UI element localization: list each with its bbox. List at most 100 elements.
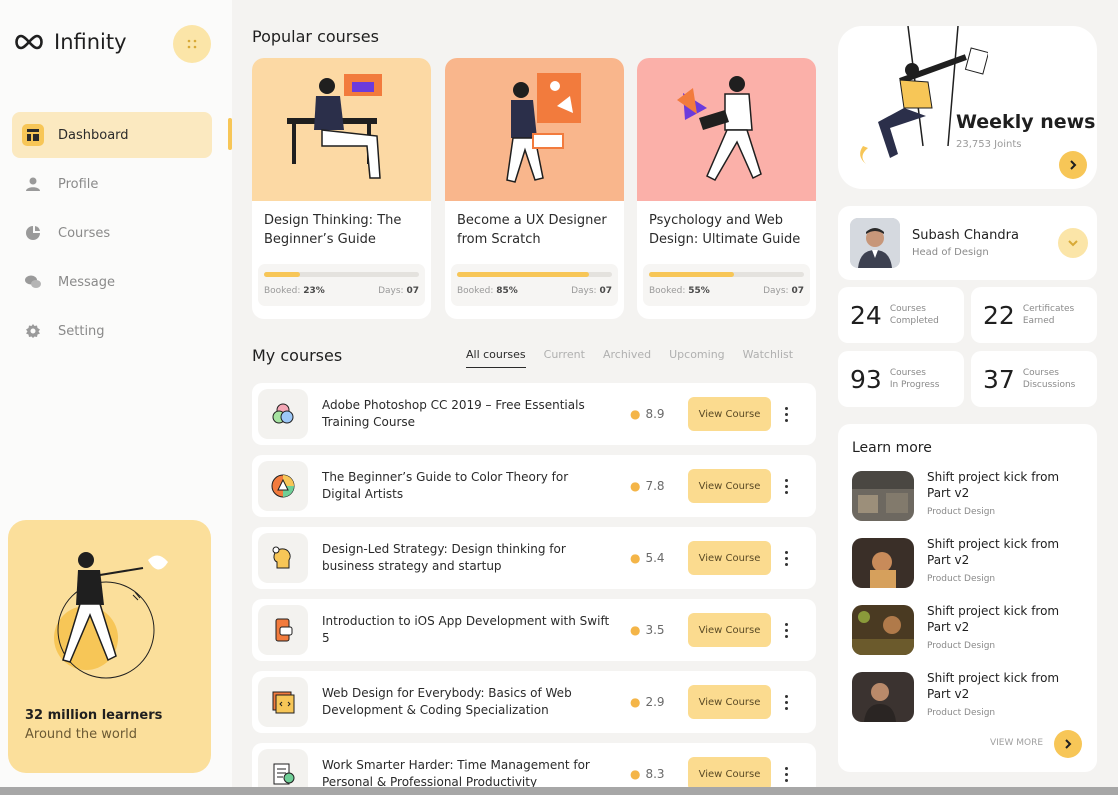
view-more-button[interactable] <box>1054 730 1082 758</box>
view-course-button[interactable]: View Course <box>688 541 771 575</box>
more-options-icon[interactable] <box>785 694 788 710</box>
course-name: Introduction to iOS App Development with… <box>322 614 610 645</box>
code-window-icon <box>258 677 308 727</box>
course-title: Become a UX Designer from Scratch <box>457 213 607 247</box>
sidebar-item-message[interactable]: Message <box>12 259 212 305</box>
learn-item[interactable]: Shift project kick from Part v2 Product … <box>852 469 1087 525</box>
message-icon <box>22 271 44 293</box>
news-next-button[interactable] <box>1059 151 1087 179</box>
learn-item-name: Shift project kick from Part v2 <box>927 537 1060 567</box>
popular-course-card[interactable]: Design Thinking: The Beginner’s Guide Bo… <box>252 58 431 319</box>
learn-item[interactable]: Shift project kick from Part v2 Product … <box>852 670 1087 726</box>
learn-thumbnail <box>852 538 914 588</box>
weekly-news-card[interactable]: Weekly news 23,753 Joints <box>838 26 1097 189</box>
learn-item[interactable]: Shift project kick from Part v2 Product … <box>852 603 1087 659</box>
stat-label: Courses Completed <box>889 304 939 326</box>
view-course-button[interactable]: View Course <box>688 757 771 791</box>
tab-watchlist[interactable]: Watchlist <box>743 348 793 368</box>
more-options-icon[interactable] <box>785 766 788 782</box>
course-rating: ● 8.3 <box>630 767 665 781</box>
course-row[interactable]: Design-Led Strategy: Design thinking for… <box>252 527 816 589</box>
sidebar-item-courses[interactable]: Courses <box>12 210 212 256</box>
news-subtitle: 23,753 Joints <box>956 139 1022 150</box>
chevron-right-icon <box>1065 739 1072 749</box>
flame-icon: ● <box>630 767 641 781</box>
more-options-icon[interactable] <box>785 406 788 422</box>
view-course-button[interactable]: View Course <box>688 469 771 503</box>
course-progress: Booked: 85% Days: 07 <box>451 264 618 306</box>
popular-courses-title: Popular courses <box>252 27 379 46</box>
learn-more-title: Learn more <box>852 440 932 456</box>
active-nav-indicator <box>228 118 232 150</box>
main-content: Popular courses Design Thinking: The Beg… <box>236 0 832 795</box>
course-name: Web Design for Everybody: Basics of Web … <box>322 686 572 717</box>
popular-course-card[interactable]: Psychology and Web Design: Ultimate Guid… <box>637 58 816 319</box>
course-name: The Beginner’s Guide to Color Theory for… <box>322 470 569 501</box>
more-options-icon[interactable] <box>785 478 788 494</box>
course-row[interactable]: The Beginner’s Guide to Color Theory for… <box>252 455 816 517</box>
more-options-icon[interactable] <box>785 550 788 566</box>
sidebar-item-profile[interactable]: Profile <box>12 161 212 207</box>
days-stat: Days: 07 <box>571 286 612 296</box>
learn-item-category: Product Design <box>927 641 996 651</box>
sidebar-item-dashboard[interactable]: Dashboard <box>12 112 212 158</box>
logo[interactable]: Infinity <box>12 30 127 54</box>
infinity-logo-icon <box>15 34 43 50</box>
news-title: Weekly news <box>956 111 1096 133</box>
progress-fill <box>457 272 589 277</box>
flame-icon: ● <box>630 623 641 637</box>
bottom-scroll-strip <box>0 787 1118 795</box>
courses-icon <box>22 222 44 244</box>
course-rating: ● 8.9 <box>630 407 665 421</box>
flame-icon: ● <box>630 407 641 421</box>
stat-value: 37 <box>983 364 1015 394</box>
booked-stat: Booked: 23% <box>264 286 325 296</box>
popular-course-card[interactable]: Become a UX Designer from Scratch Booked… <box>445 58 624 319</box>
flame-icon: ● <box>630 479 641 493</box>
profile-menu-button[interactable] <box>1058 228 1088 258</box>
view-course-button[interactable]: View Course <box>688 685 771 719</box>
view-more-link[interactable]: VIEW MORE <box>990 738 1043 748</box>
learn-item-category: Product Design <box>927 708 996 718</box>
stat-label: Courses In Progress <box>889 368 940 390</box>
chevron-down-icon <box>1068 240 1078 247</box>
apps-grid-button[interactable] <box>173 25 211 63</box>
stat-label: Certificates Earned <box>1022 304 1075 326</box>
profile-name: Subash Chandra <box>912 228 1019 243</box>
learn-item-category: Product Design <box>927 574 996 584</box>
tab-current[interactable]: Current <box>544 348 585 368</box>
course-illustration <box>637 58 816 201</box>
profile-card[interactable]: Subash Chandra Head of Design <box>838 206 1097 280</box>
grid-dots-icon <box>187 39 197 49</box>
view-course-button[interactable]: View Course <box>688 397 771 431</box>
course-row[interactable]: Web Design for Everybody: Basics of Web … <box>252 671 816 733</box>
dashboard-icon <box>22 124 44 146</box>
course-row[interactable]: Adobe Photoshop CC 2019 – Free Essential… <box>252 383 816 445</box>
booked-stat: Booked: 55% <box>649 286 710 296</box>
walking-person-illustration <box>54 552 168 679</box>
more-options-icon[interactable] <box>785 622 788 638</box>
sidebar-item-label: Dashboard <box>58 127 129 143</box>
view-course-button[interactable]: View Course <box>688 613 771 647</box>
tab-archived[interactable]: Archived <box>603 348 651 368</box>
sidebar-item-label: Courses <box>58 225 111 241</box>
tab-upcoming[interactable]: Upcoming <box>669 348 725 368</box>
sidebar-item-setting[interactable]: Setting <box>12 308 212 354</box>
avatar <box>850 218 900 268</box>
stat-courses-discussions: 37 Courses Discussions <box>971 351 1097 407</box>
brand-name: Infinity <box>54 30 127 54</box>
tab-all-courses[interactable]: All courses <box>466 348 526 368</box>
course-row[interactable]: Introduction to iOS App Development with… <box>252 599 816 661</box>
gear-icon <box>22 320 44 342</box>
days-stat: Days: 07 <box>378 286 419 296</box>
promo-title: 32 million learners <box>25 708 163 723</box>
sidebar: Infinity Dashboard Profile Courses Messa… <box>0 0 232 795</box>
learn-item-name: Shift project kick from Part v2 <box>927 470 1060 500</box>
course-rating: ● 5.4 <box>630 551 665 565</box>
sidebar-nav: Dashboard Profile Courses Message Settin… <box>12 112 212 357</box>
days-stat: Days: 07 <box>763 286 804 296</box>
stat-courses-in-progress: 93 Courses In Progress <box>838 351 964 407</box>
color-wheel-icon <box>258 461 308 511</box>
learn-item[interactable]: Shift project kick from Part v2 Product … <box>852 536 1087 592</box>
flame-icon: ● <box>630 695 641 709</box>
